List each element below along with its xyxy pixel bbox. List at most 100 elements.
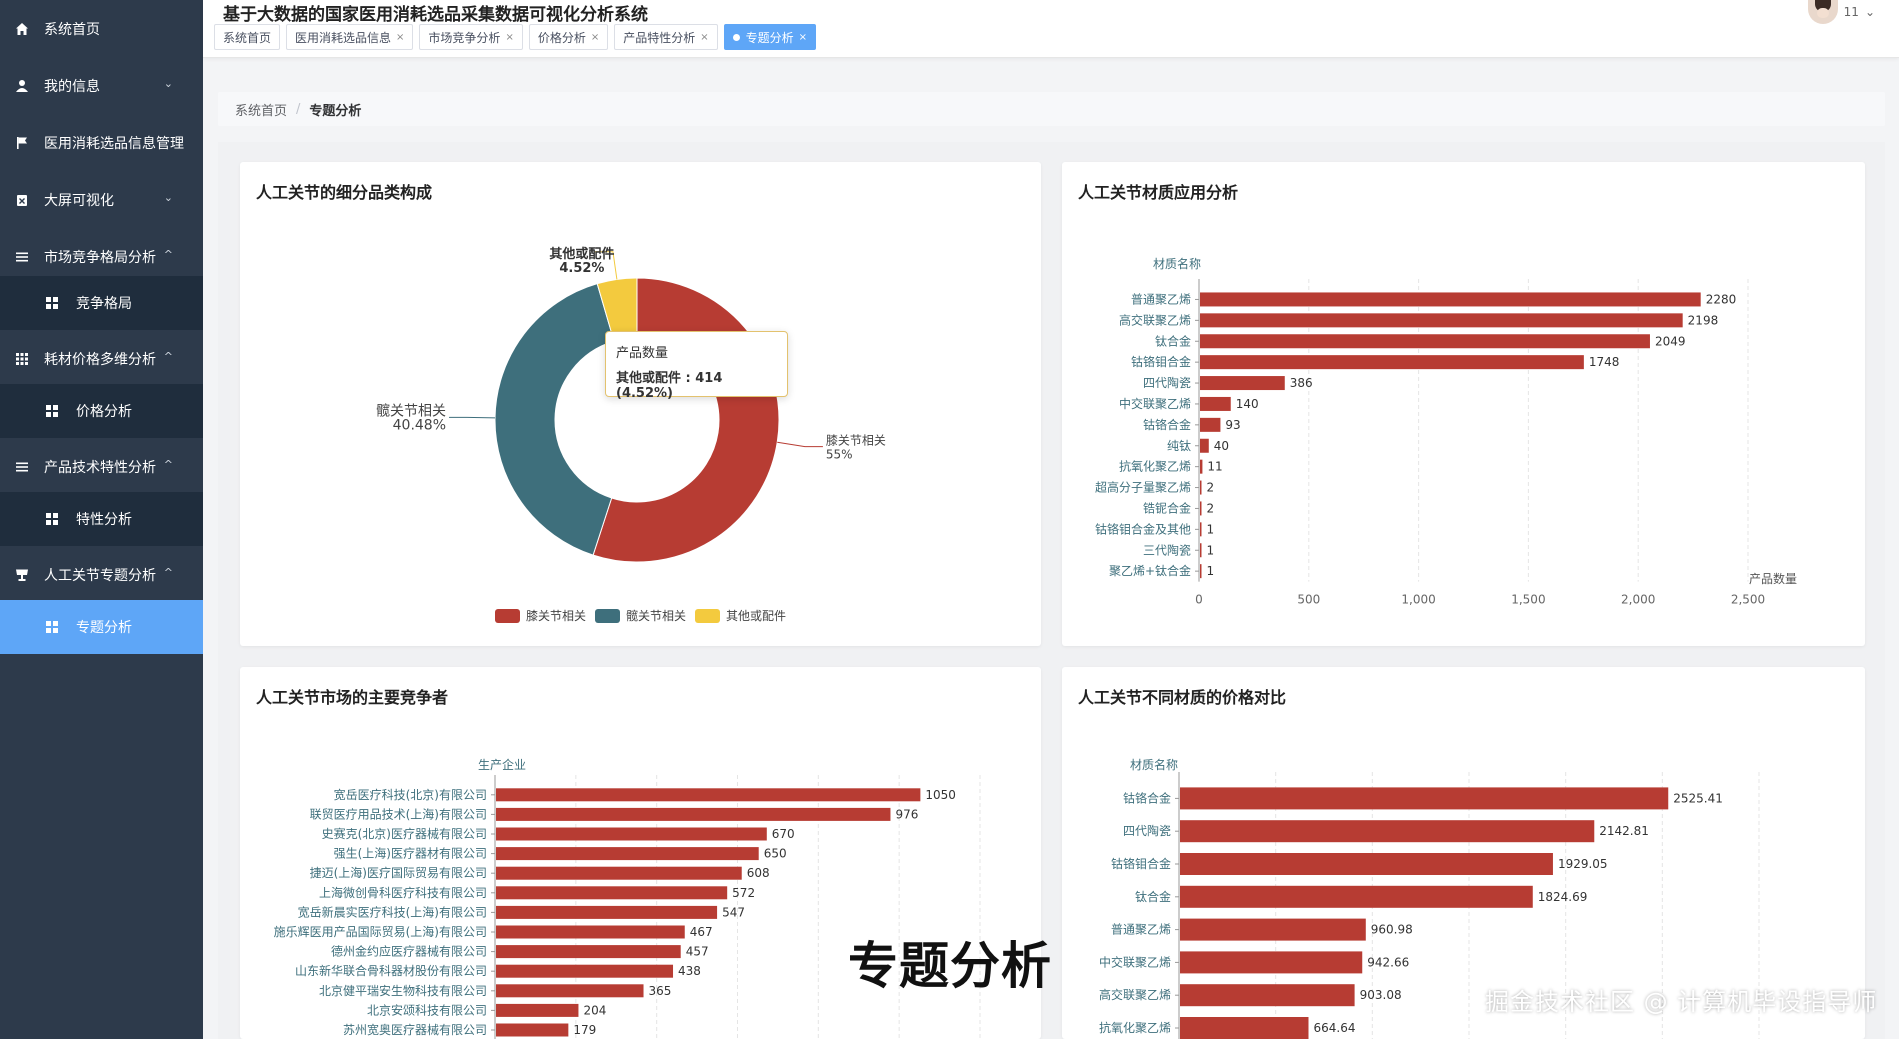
sidebar-item-label: 专题分析	[76, 620, 132, 636]
sidebar-item-label: 人工关节专题分析	[44, 567, 156, 584]
top-bar: 基于大数据的国家医用消耗选品采集数据可视化分析系统 系统首页 医用消耗选品信息 × 市…	[203, 0, 1899, 58]
bar	[1180, 787, 1669, 810]
y-tick-label: 钴铬合金	[1143, 417, 1191, 432]
close-icon[interactable]: ×	[591, 32, 599, 43]
pie-label-value: 4.52%	[559, 261, 604, 276]
bar	[1180, 885, 1533, 908]
y-tick-label: 抗氧化聚乙烯	[1099, 1020, 1171, 1035]
sidebar-item-11[interactable]: 专题分析	[0, 600, 203, 654]
bar	[1200, 459, 1203, 474]
bar-value-label: 670	[772, 827, 795, 841]
bar	[1200, 522, 1202, 537]
y-tick-label: 史赛克(北京)医疗器械有限公司	[322, 826, 487, 841]
chevron-down-icon[interactable]: ⌄	[1865, 5, 1875, 19]
content-area: 人工关节的细分品类构成 膝关节相关 55% 髋关节相关 40.48% 其他或配件 4.52…	[218, 142, 1885, 1039]
bar	[496, 866, 742, 880]
y-tick-label: 联贸医疗用品技术(上海)有限公司	[310, 806, 487, 821]
y-tick-label: 抗氧化聚乙烯	[1119, 459, 1191, 474]
sidebar-item-3[interactable]: 大屏可视化 ⌄	[0, 171, 203, 228]
bar-value-label: 903.08	[1360, 988, 1402, 1002]
material-bar-chart: 0 500 1,000 1,500 2,000 2,500 材质名称普通聚乙烯 2280 高交联…	[1095, 256, 1797, 607]
tab-label: 专题分析	[745, 30, 794, 45]
bar-value-label: 960.98	[1371, 923, 1413, 937]
bar	[496, 1023, 569, 1037]
username[interactable]: 11	[1844, 5, 1859, 19]
bar	[1200, 334, 1650, 349]
bar	[1200, 501, 1202, 516]
bar	[1200, 396, 1231, 411]
breadcrumb-home[interactable]: 系统首页	[235, 100, 287, 119]
y-tick-label: 四代陶瓷	[1123, 823, 1171, 838]
user-menu[interactable]: 11 ⌄	[1807, 0, 1875, 24]
bar-value-label: 2	[1207, 481, 1215, 495]
close-icon[interactable]: ×	[799, 32, 807, 43]
sidebar-item-label: 市场竞争格局分析	[44, 249, 156, 266]
sidebar-item-1[interactable]: 我的信息 ⌄	[0, 57, 203, 114]
bar	[1200, 355, 1584, 370]
bar	[496, 847, 759, 861]
bar	[496, 905, 718, 919]
bar-value-label: 2049	[1655, 334, 1686, 348]
sidebar-item-5[interactable]: 竞争格局	[0, 276, 203, 330]
x-tick-label: 1,000	[1401, 593, 1435, 607]
close-icon[interactable]: ×	[700, 32, 708, 43]
y-tick-label: 四代陶瓷	[1143, 375, 1191, 390]
sidebar-item-2[interactable]: 医用消耗选品信息管理	[0, 114, 203, 171]
sidebar-item-6[interactable]: 耗材价格多维分析 ^	[0, 330, 203, 387]
tab-4[interactable]: 产品特性分析 ×	[614, 24, 718, 50]
breadcrumb-separator: /	[296, 101, 301, 117]
bar	[1180, 820, 1595, 843]
y-tick-label: 山东新华联合骨科器材股份有限公司	[295, 963, 487, 978]
sidebar-item-label: 医用消耗选品信息管理	[44, 135, 184, 152]
x-tick-label: 2,500	[1731, 593, 1765, 607]
y-tick-label: 钴铬合金	[1123, 790, 1171, 805]
watermark: 掘金技术社区 @ 计算机毕设指导师	[1485, 988, 1878, 1016]
bar	[496, 1003, 579, 1017]
bar	[1200, 376, 1285, 391]
legend-label: 其他或配件	[726, 609, 786, 623]
sidebar-item-10[interactable]: 人工关节专题分析 ^	[0, 546, 203, 603]
y-tick-label: 聚乙烯+钛合金	[1109, 563, 1191, 578]
bar-value-label: 664.64	[1313, 1021, 1355, 1035]
bar-value-label: 1	[1207, 522, 1215, 536]
tab-2[interactable]: 市场竞争分析 ×	[419, 24, 523, 50]
legend-label: 髋关节相关	[626, 608, 686, 623]
bar	[496, 945, 681, 959]
tab-0[interactable]: 系统首页	[214, 24, 281, 50]
user-icon	[14, 78, 30, 94]
bar-value-label: 40	[1214, 439, 1229, 453]
sidebar-item-9[interactable]: 特性分析	[0, 492, 203, 546]
y-tick-label: 高交联聚乙烯	[1099, 987, 1171, 1002]
bar-value-label: 2	[1207, 501, 1215, 515]
close-icon[interactable]: ×	[396, 32, 404, 43]
tab-1[interactable]: 医用消耗选品信息 ×	[286, 24, 414, 50]
bar	[496, 964, 674, 978]
bar-value-label: 2198	[1688, 313, 1719, 327]
y-tick-label: 捷迈(上海)医疗国际贸易有限公司	[310, 865, 487, 880]
close-icon[interactable]: ×	[505, 32, 513, 43]
tab-3[interactable]: 价格分析 ×	[528, 24, 609, 50]
active-dot-icon	[732, 33, 740, 41]
bar	[1200, 417, 1221, 432]
sidebar-item-8[interactable]: 产品技术特性分析 ^	[0, 438, 203, 495]
chevron-up-icon: ^	[163, 248, 173, 261]
bar	[1200, 313, 1683, 328]
sidebar-item-7[interactable]: 价格分析	[0, 384, 203, 438]
bar-value-label: 386	[1290, 376, 1313, 390]
sidebar-item-0[interactable]: 系统首页	[0, 0, 203, 57]
bar	[496, 788, 921, 802]
pie-label-name: 膝关节相关	[826, 434, 886, 448]
tab-label: 医用消耗选品信息	[295, 30, 392, 45]
tab-label: 市场竞争分析	[428, 30, 501, 45]
main-area: 基于大数据的国家医用消耗选品采集数据可视化分析系统 系统首页 医用消耗选品信息 × 市…	[203, 0, 1899, 1039]
bar-value-label: 438	[678, 964, 701, 978]
avatar[interactable]	[1807, 0, 1838, 24]
sidebar-item-label: 竞争格局	[76, 296, 132, 312]
pie-label-value: 55%	[826, 448, 853, 462]
tab-5[interactable]: 专题分析 ×	[723, 24, 817, 50]
list-icon	[14, 459, 30, 475]
sidebar-item-label: 价格分析	[76, 404, 132, 420]
y-tick-label: 钴铬钼合金	[1111, 856, 1171, 871]
chevron-up-icon: ^	[163, 458, 173, 471]
app-title: 基于大数据的国家医用消耗选品采集数据可视化分析系统	[223, 5, 648, 25]
